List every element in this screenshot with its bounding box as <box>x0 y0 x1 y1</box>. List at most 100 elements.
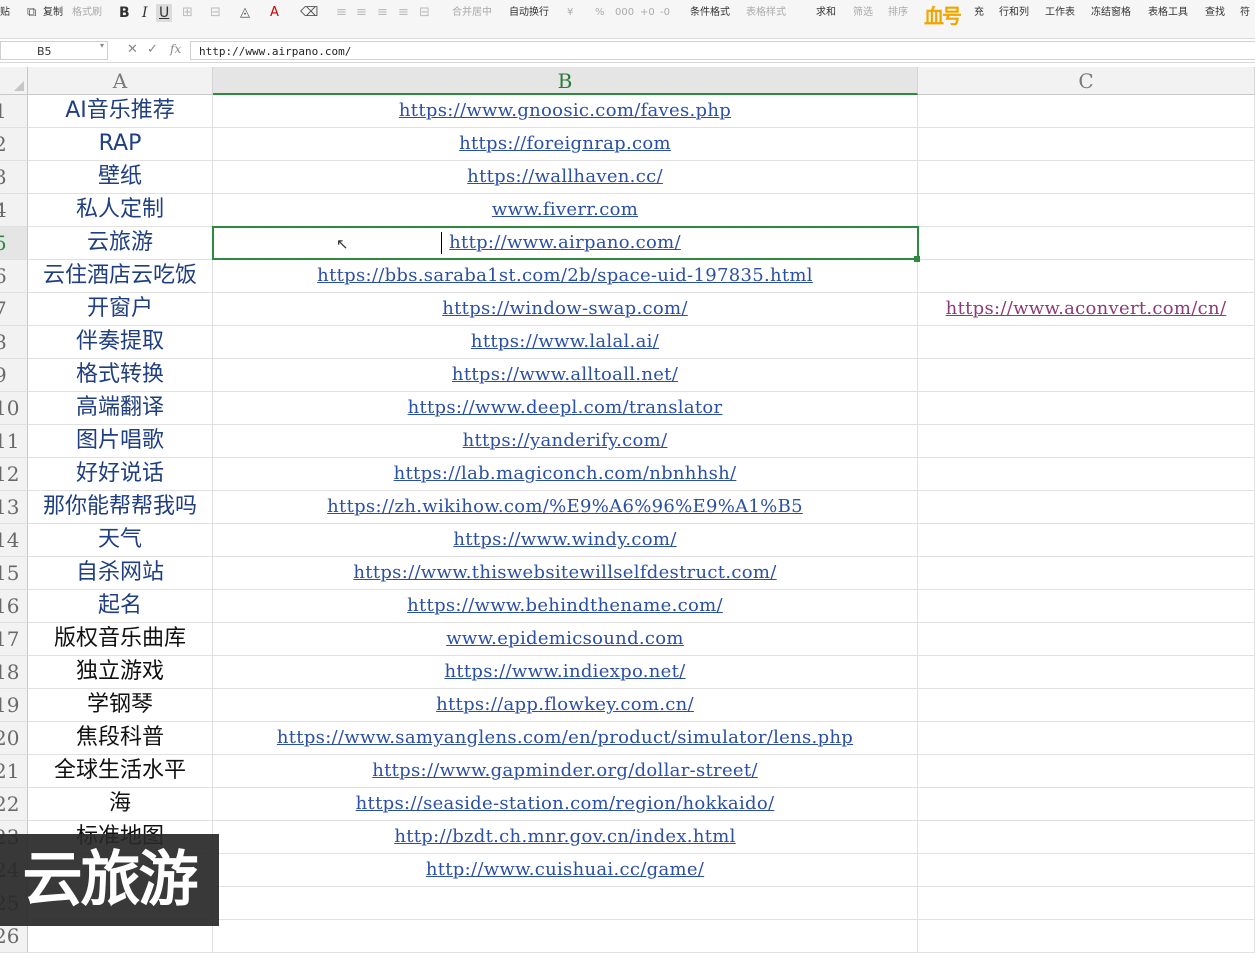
currency-button[interactable]: ¥ <box>567 4 573 22</box>
link-cell[interactable]: https://zh.wikihow.com/%E9%A6%96%E9%A1%B… <box>213 491 918 524</box>
row-header[interactable]: 7 <box>0 293 28 326</box>
table-style-button[interactable]: 表格样式 <box>746 4 786 22</box>
merge-icon[interactable]: ⊟ <box>210 4 221 22</box>
row-header[interactable]: 15 <box>0 557 28 590</box>
link-cell[interactable] <box>918 392 1255 425</box>
row-header[interactable]: 17 <box>0 623 28 656</box>
chevron-down-icon[interactable]: ▾ <box>100 41 104 50</box>
link-cell[interactable]: https://www.gnoosic.com/faves.php <box>213 95 918 128</box>
link-cell[interactable]: https://www.aconvert.com/cn/ <box>918 293 1255 326</box>
category-cell[interactable]: 天气 <box>28 524 213 557</box>
thousands-button[interactable]: 000 <box>615 4 634 22</box>
link-cell[interactable]: https://seaside-station.com/region/hokka… <box>213 788 918 821</box>
filter-button[interactable]: 筛选 <box>853 4 873 22</box>
italic-button[interactable]: I <box>142 4 148 22</box>
underline-button[interactable]: U <box>156 4 173 22</box>
row-header[interactable]: 11 <box>0 425 28 458</box>
link-cell[interactable]: www.epidemicsound.com <box>213 623 918 656</box>
link-cell[interactable] <box>918 920 1255 953</box>
category-cell[interactable]: 全球生活水平 <box>28 755 213 788</box>
link-cell[interactable] <box>918 326 1255 359</box>
sum-button[interactable]: 求和 <box>816 4 836 22</box>
row-header[interactable]: 20 <box>0 722 28 755</box>
category-cell[interactable]: 图片唱歌 <box>28 425 213 458</box>
link-cell[interactable] <box>918 590 1255 623</box>
table-tools-button[interactable]: 表格工具 <box>1148 4 1188 22</box>
link-cell[interactable]: http://www.cuishuai.cc/game/ <box>213 854 918 887</box>
row-header[interactable]: 9 <box>0 359 28 392</box>
row-header[interactable]: 12 <box>0 458 28 491</box>
link-cell[interactable] <box>918 260 1255 293</box>
sort-button[interactable]: 排序 <box>888 4 908 22</box>
row-header[interactable]: 16 <box>0 590 28 623</box>
paste-button[interactable]: 贴 <box>0 4 10 22</box>
link-cell[interactable] <box>918 722 1255 755</box>
decimal-decrease-button[interactable]: -0 <box>660 4 670 22</box>
link-cell[interactable]: https://app.flowkey.com.cn/ <box>213 689 918 722</box>
category-cell[interactable]: 独立游戏 <box>28 656 213 689</box>
link-cell[interactable] <box>918 557 1255 590</box>
justify-icon[interactable]: ≡ <box>398 4 409 22</box>
link-cell[interactable] <box>213 887 918 920</box>
freeze-panes-button[interactable]: 冻结窗格 <box>1091 4 1131 22</box>
column-header-c[interactable]: C <box>918 67 1255 95</box>
category-cell[interactable]: 格式转换 <box>28 359 213 392</box>
link-cell[interactable]: https://www.alltoall.net/ <box>213 359 918 392</box>
fill-button[interactable]: 充 <box>974 4 984 22</box>
link-cell[interactable]: www.fiverr.com <box>213 194 918 227</box>
wrap-text-button[interactable]: 自动换行 <box>509 4 549 22</box>
link-cell[interactable] <box>918 788 1255 821</box>
row-header[interactable]: 22 <box>0 788 28 821</box>
font-color-icon[interactable]: A <box>270 4 279 22</box>
link-cell[interactable]: https://window-swap.com/ <box>213 293 918 326</box>
category-cell[interactable]: 开窗户 <box>28 293 213 326</box>
link-cell[interactable]: https://www.lalal.ai/ <box>213 326 918 359</box>
row-header[interactable]: 14 <box>0 524 28 557</box>
category-cell[interactable]: 高端翻译 <box>28 392 213 425</box>
row-header[interactable]: 8 <box>0 326 28 359</box>
link-cell[interactable] <box>918 656 1255 689</box>
link-cell[interactable] <box>918 128 1255 161</box>
border-icon[interactable]: ⊞ <box>182 4 193 22</box>
conditional-format-button[interactable]: 条件格式 <box>690 4 730 22</box>
row-header[interactable]: 13 <box>0 491 28 524</box>
link-cell[interactable] <box>918 821 1255 854</box>
function-icon[interactable]: fx <box>170 42 181 56</box>
category-cell[interactable]: 私人定制 <box>28 194 213 227</box>
link-cell[interactable]: https://www.deepl.com/translator <box>213 392 918 425</box>
clear-icon[interactable]: ⌫ <box>300 4 318 22</box>
link-cell[interactable]: https://www.indiexpo.net/ <box>213 656 918 689</box>
link-cell[interactable] <box>918 524 1255 557</box>
category-cell[interactable]: 云住酒店云吃饭 <box>28 260 213 293</box>
link-cell[interactable] <box>918 623 1255 656</box>
link-cell[interactable]: http://bzdt.ch.mnr.gov.cn/index.html <box>213 821 918 854</box>
category-cell[interactable]: 壁纸 <box>28 161 213 194</box>
bold-button[interactable]: B <box>119 4 130 22</box>
link-cell[interactable] <box>918 458 1255 491</box>
category-cell[interactable]: AI音乐推荐 <box>28 95 213 128</box>
select-all-corner[interactable] <box>0 67 28 95</box>
link-cell[interactable] <box>918 854 1255 887</box>
link-cell[interactable] <box>918 755 1255 788</box>
link-cell[interactable] <box>918 689 1255 722</box>
category-cell[interactable]: 海 <box>28 788 213 821</box>
link-cell[interactable]: https://www.thiswebsitewillselfdestruct.… <box>213 557 918 590</box>
name-box[interactable]: B5 <box>0 41 108 60</box>
row-header[interactable]: 10 <box>0 392 28 425</box>
merge-center-button[interactable]: 合并居中 <box>452 4 492 22</box>
category-cell[interactable]: 好好说话 <box>28 458 213 491</box>
column-header-b[interactable]: B <box>213 67 918 95</box>
distribute-icon[interactable]: ⊟ <box>419 4 430 22</box>
align-left-icon[interactable]: ≡ <box>336 4 347 22</box>
formula-input[interactable]: http://www.airpano.com/ <box>190 41 1255 60</box>
row-header[interactable]: 21 <box>0 755 28 788</box>
row-header[interactable]: 2 <box>0 128 28 161</box>
align-center-icon[interactable]: ≡ <box>356 4 367 22</box>
link-cell[interactable]: https://www.windy.com/ <box>213 524 918 557</box>
row-header[interactable]: 6 <box>0 260 28 293</box>
row-header[interactable]: 4 <box>0 194 28 227</box>
link-cell[interactable]: https://lab.magiconch.com/nbnhhsh/ <box>213 458 918 491</box>
link-cell[interactable] <box>918 194 1255 227</box>
link-cell[interactable]: https://yanderify.com/ <box>213 425 918 458</box>
category-cell[interactable]: 伴奏提取 <box>28 326 213 359</box>
